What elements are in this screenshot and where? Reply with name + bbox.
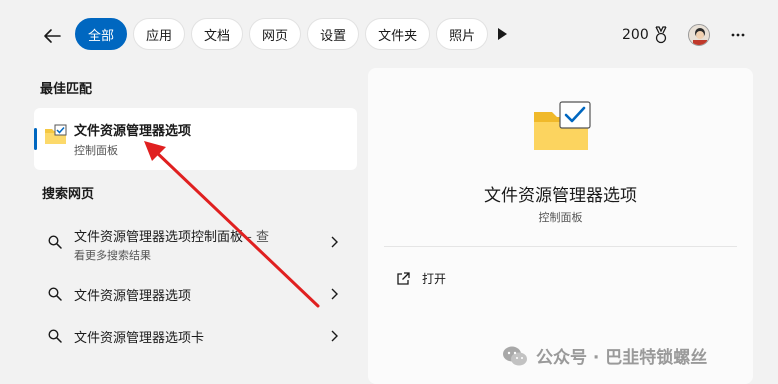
rewards-medal-icon — [655, 26, 667, 44]
search-icon — [48, 287, 62, 301]
back-arrow-icon — [44, 29, 61, 43]
filter-settings[interactable]: 设置 — [307, 18, 360, 50]
divider — [384, 246, 737, 247]
preview-title: 文件资源管理器选项 — [484, 186, 637, 206]
watermark-text: 公众号 · 巴韭特锁螺丝 — [536, 348, 708, 368]
best-match-heading: 最佳匹配 — [40, 82, 93, 97]
preview-panel: 文件资源管理器选项 控制面板 打开 — [368, 68, 753, 384]
filter-web[interactable]: 网页 — [249, 18, 302, 50]
folder-options-icon — [45, 124, 67, 144]
search-icon — [48, 329, 62, 343]
chevron-right-icon — [331, 330, 338, 342]
web-search-heading: 搜索网页 — [42, 187, 95, 202]
preview-subtitle: 控制面板 — [538, 211, 583, 224]
watermark: 公众号 · 巴韭特锁螺丝 — [502, 343, 707, 368]
web-result-text: 文件资源管理器选项卡 — [74, 331, 205, 346]
search-window: 全部 应用 文档 网页 设置 文件夹 照片 200 最佳匹配 文件资源管理器选项… — [0, 0, 778, 384]
chevron-right-icon — [331, 236, 338, 248]
search-icon — [48, 235, 62, 249]
web-result-query: 文件资源管理器选项控制面板 — [74, 230, 244, 245]
filter-photos[interactable]: 照片 — [436, 18, 489, 50]
top-bar: 全部 应用 文档 网页 设置 文件夹 照片 200 — [0, 0, 778, 68]
open-external-icon — [397, 271, 410, 285]
filter-documents[interactable]: 文档 — [191, 18, 244, 50]
filter-all[interactable]: 全部 — [75, 18, 128, 50]
more-options-button[interactable] — [727, 24, 749, 46]
web-result-item[interactable]: 文件资源管理器选项控制面板 - 查 看更多搜索结果 — [34, 220, 357, 268]
best-match-item[interactable]: 文件资源管理器选项 控制面板 — [34, 108, 357, 170]
avatar-image — [689, 25, 709, 45]
points-value: 200 — [622, 27, 649, 43]
selection-indicator — [34, 128, 37, 150]
web-result-subtitle: 看更多搜索结果 — [74, 249, 151, 262]
web-result-text: 文件资源管理器选项 — [74, 289, 192, 304]
wechat-icon — [503, 346, 527, 365]
rewards-points[interactable]: 200 — [622, 26, 669, 44]
folder-options-large-icon — [534, 101, 591, 150]
more-filters-button[interactable] — [494, 26, 510, 42]
filter-folders[interactable]: 文件夹 — [365, 18, 431, 50]
web-result-item[interactable]: 文件资源管理器选项卡 — [34, 322, 357, 350]
chevron-right-icon — [331, 288, 338, 300]
open-label: 打开 — [422, 272, 447, 286]
filter-tabs: 全部 应用 文档 网页 设置 文件夹 照片 — [75, 18, 489, 50]
play-icon — [498, 28, 507, 40]
web-result-suffix: - 查 — [243, 230, 269, 245]
web-result-text: 文件资源管理器选项控制面板 - 查 — [74, 226, 269, 245]
user-avatar[interactable] — [688, 24, 710, 46]
ellipsis-icon — [731, 33, 745, 37]
web-result-item[interactable]: 文件资源管理器选项 — [34, 280, 357, 308]
best-match-subtitle: 控制面板 — [74, 144, 118, 157]
best-match-title: 文件资源管理器选项 — [74, 124, 192, 139]
filter-apps[interactable]: 应用 — [133, 18, 186, 50]
back-button[interactable] — [40, 24, 64, 48]
open-action[interactable]: 打开 — [396, 270, 446, 287]
